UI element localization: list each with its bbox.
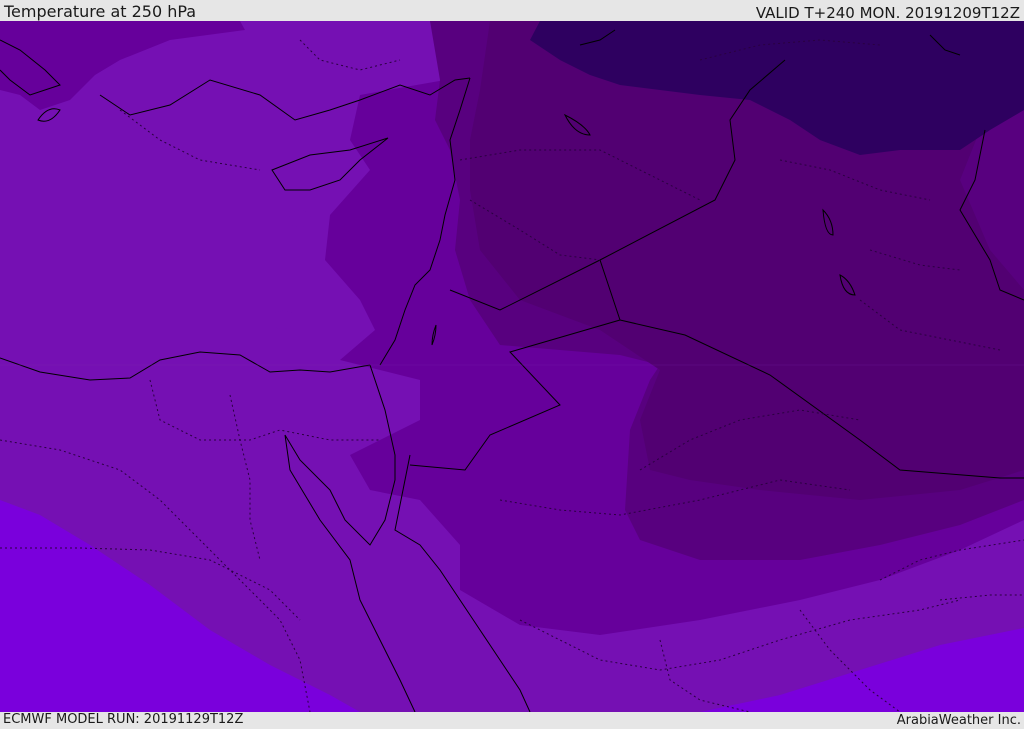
map-svg — [0, 21, 1024, 712]
credit-label: ArabiaWeather Inc. — [896, 713, 1021, 728]
footer-bar: ECMWF MODEL RUN: 20191129T12Z ArabiaWeat… — [0, 712, 1024, 729]
header-bar: Temperature at 250 hPa VALID T+240 MON. … — [0, 0, 1024, 22]
map-title: Temperature at 250 hPa — [4, 2, 197, 21]
temperature-map — [0, 21, 1024, 712]
valid-time: VALID T+240 MON. 20191209T12Z — [755, 4, 1020, 22]
model-run-label: ECMWF MODEL RUN: 20191129T12Z — [3, 712, 244, 727]
